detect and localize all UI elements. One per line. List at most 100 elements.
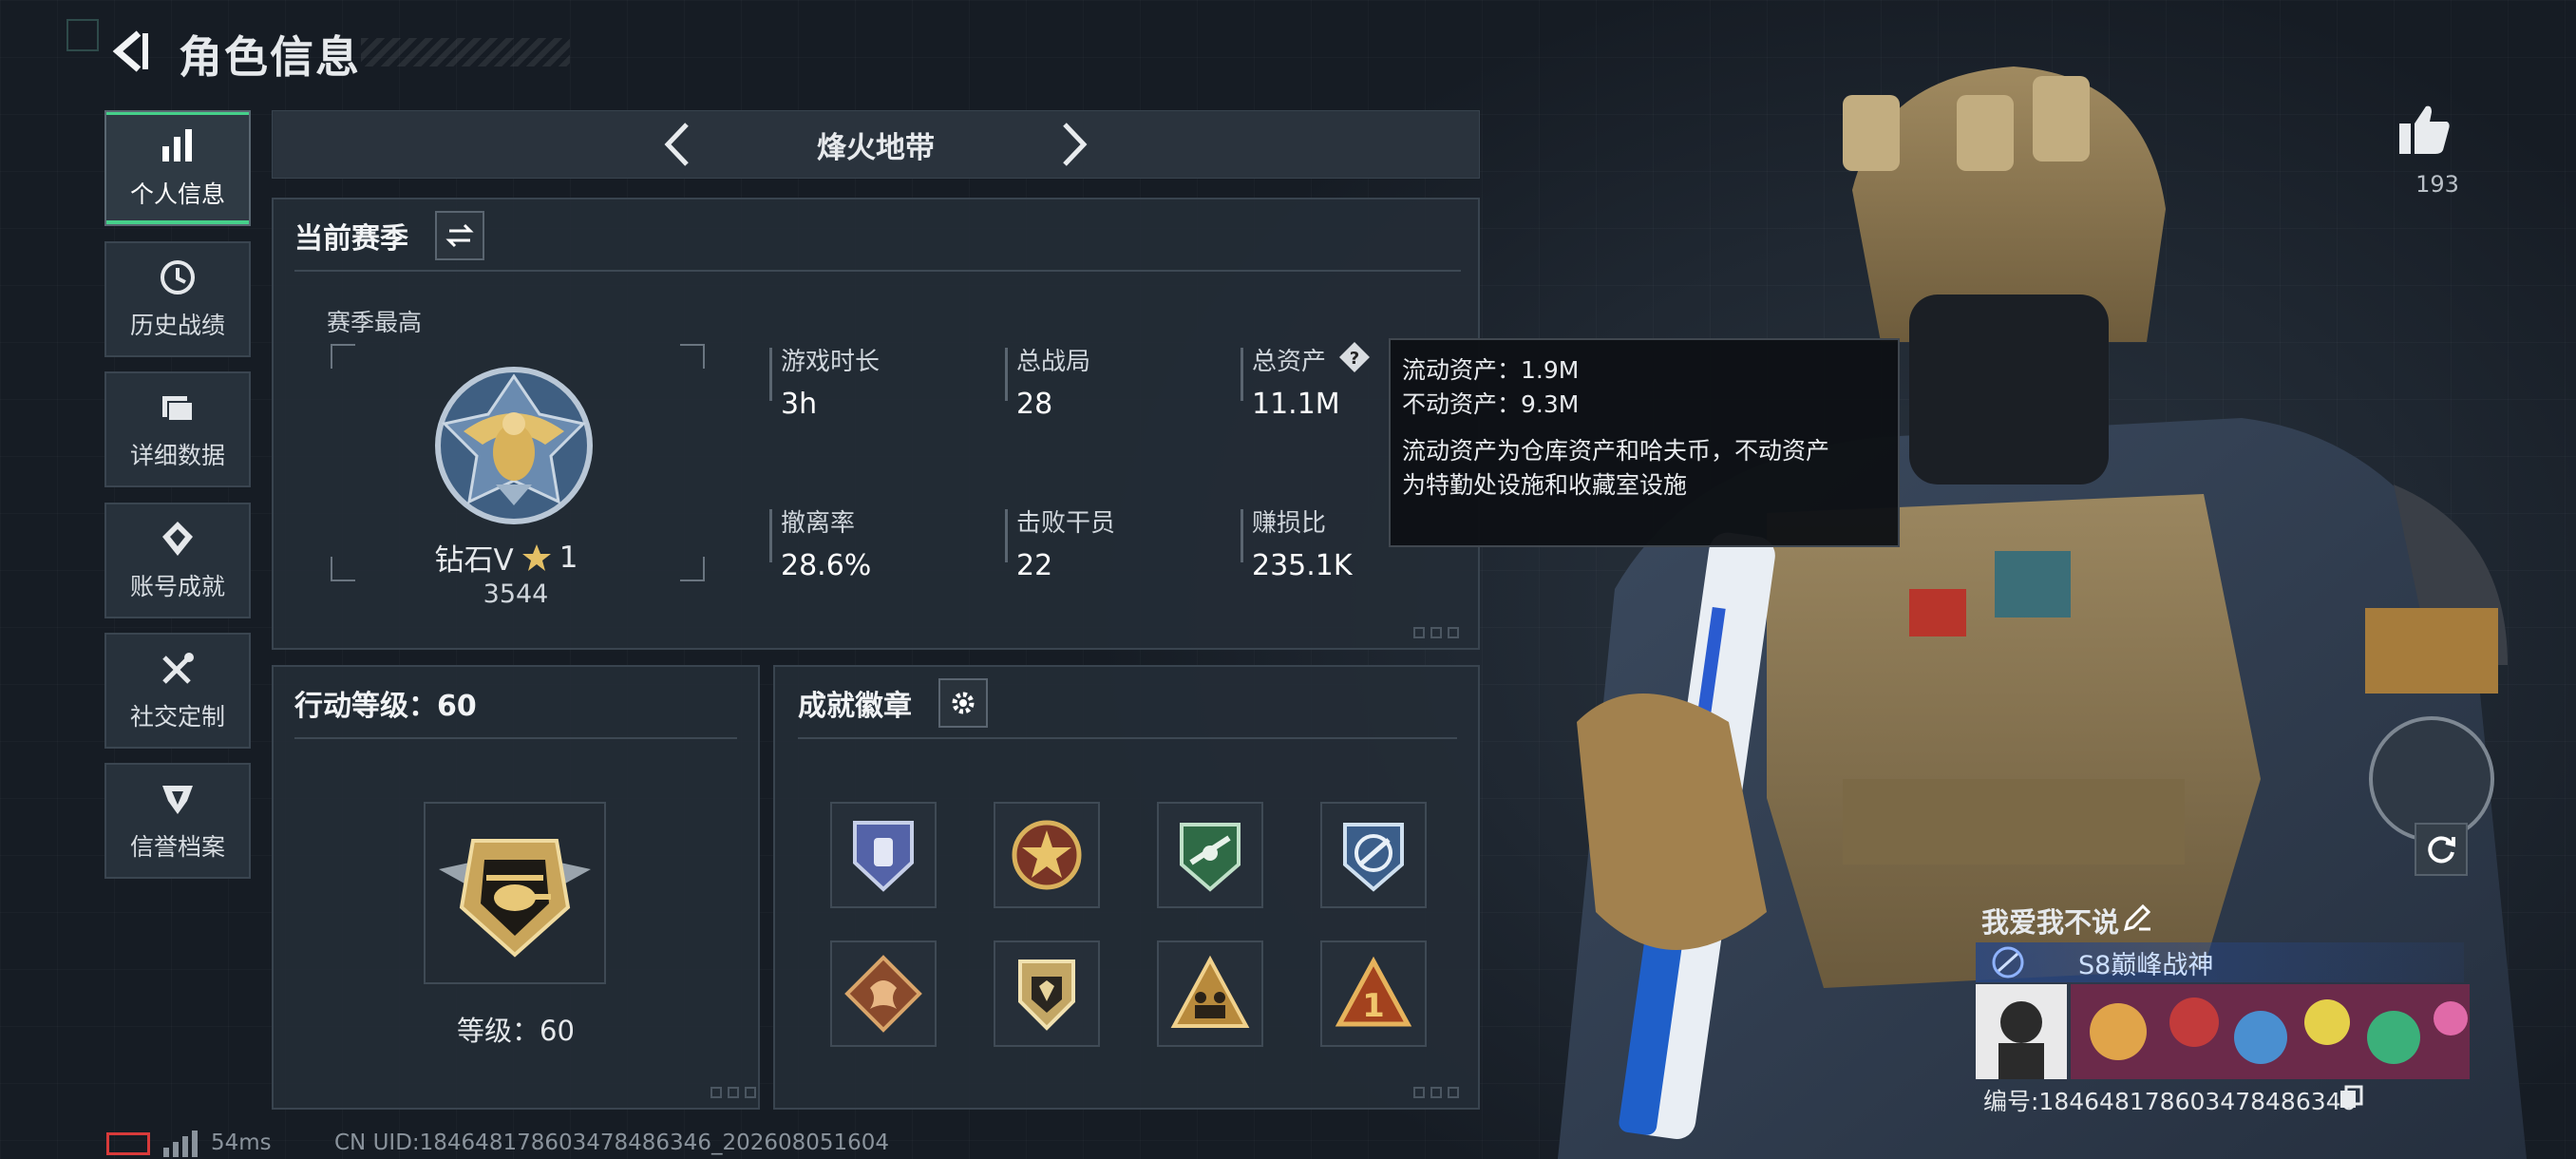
blue-shield-badge-icon (853, 821, 914, 892)
title-decoration (361, 38, 570, 66)
rank-diamond-emblem-icon (435, 367, 593, 524)
stat-label-kills: 击败干员 (1016, 509, 1116, 538)
stat-divider (769, 509, 772, 562)
player-nickname: 我爱我不说 (1981, 906, 2120, 939)
sidebar-item-social[interactable]: 社交定制 (104, 633, 251, 749)
player-id: 编号:1846481786034784863​46 (1983, 1088, 2357, 1115)
sidebar-item-personal-info[interactable]: 个人信息 (104, 110, 251, 226)
sidebar-item-label: 详细数据 (129, 442, 225, 469)
signal-icon (163, 1130, 198, 1157)
stat-divider (1005, 348, 1008, 401)
divider (294, 270, 1461, 272)
back-button[interactable] (103, 25, 160, 78)
rank-stars: 1 (559, 540, 578, 575)
stat-label-extract-rate: 撤离率 (781, 509, 856, 538)
copy-icon (2340, 1085, 2363, 1108)
help-icon[interactable]: ? (1337, 340, 1372, 374)
bar-chart-icon (158, 126, 198, 166)
rank-line: 钻石V 1 (416, 536, 597, 579)
stat-value-playtime: 3h (781, 388, 818, 421)
copy-id-button[interactable] (2339, 1085, 2365, 1112)
badge-tile[interactable] (1157, 940, 1263, 1047)
tooltip-liquid-assets: 流动资产：1.9M (1402, 356, 1580, 384)
sidebar-item-label: 账号成就 (129, 573, 225, 600)
badges-heading: 成就徽章 (798, 690, 912, 723)
prev-mode-button[interactable] (646, 114, 707, 175)
chevron-right-icon (1063, 123, 1088, 166)
back-arrow-icon (112, 30, 148, 72)
refresh-icon (2428, 836, 2455, 864)
action-level-text: 等级：60 (457, 1015, 575, 1047)
gold-shield-badge-icon (1018, 960, 1075, 1031)
frame-corner (680, 557, 705, 581)
badge-tile[interactable]: 1 (1320, 940, 1427, 1047)
thumbs-up-icon (2399, 105, 2450, 154)
footer-uid: CN UID:1846481786034784863​46_2026080516… (334, 1130, 890, 1155)
panel-decoration (1413, 627, 1470, 640)
stat-divider (1241, 348, 1243, 401)
stat-label-profit-ratio: 赚损比 (1252, 509, 1327, 538)
chevron-left-icon (664, 123, 689, 166)
sidebar-item-detailed-data[interactable]: 详细数据 (104, 371, 251, 487)
sidebar-item-label: 个人信息 (129, 180, 225, 208)
assets-tooltip: 流动资产：1.9M 不动资产：9.3M 流动资产为仓库资产和哈夫币，不动资产 为… (1389, 338, 1900, 547)
badge-tile[interactable] (994, 802, 1100, 908)
like-count: 193 (2415, 171, 2459, 198)
badge-tile[interactable] (994, 940, 1100, 1047)
divider (294, 737, 737, 739)
badge-tile[interactable] (830, 940, 937, 1047)
stat-label-playtime: 游戏时长 (781, 348, 881, 376)
star-icon (521, 543, 551, 571)
rank-score: 3544 (483, 580, 549, 609)
pencil-icon (2123, 903, 2151, 932)
season-heading: 当前赛季 (294, 222, 408, 256)
sidebar-item-achievements[interactable]: 账号成就 (104, 503, 251, 618)
sidebar-item-history[interactable]: 历史战绩 (104, 241, 251, 357)
player-card-art (1976, 984, 2470, 1079)
helicopter-emblem-icon (439, 839, 591, 958)
ping-indicator: 54ms (211, 1130, 272, 1155)
achievement-icon (158, 519, 198, 559)
stat-label-assets: 总资产 (1252, 348, 1327, 376)
clock-history-icon (158, 257, 198, 297)
sidebar-item-label: 社交定制 (129, 703, 225, 731)
sidebar-item-label: 信誉档案 (129, 833, 225, 861)
green-aircraft-badge-icon (1180, 823, 1241, 892)
stat-divider (769, 348, 772, 401)
action-level-emblem-frame (424, 802, 606, 984)
badge-tile[interactable] (830, 802, 937, 908)
panel-decoration (710, 1087, 767, 1100)
blue-aircraft-badge-icon (1343, 823, 1404, 892)
stat-value-kills: 22 (1016, 549, 1053, 582)
rank-name: 钻石V (434, 543, 514, 578)
stat-value-assets: 11.1M (1252, 388, 1340, 421)
badge-tile[interactable] (1320, 802, 1427, 908)
frame-corner (680, 344, 705, 369)
tooltip-description-line1: 流动资产为仓库资产和哈夫币，不动资产 (1402, 436, 1830, 465)
badge-tile[interactable] (1157, 802, 1263, 908)
stat-divider (1241, 509, 1243, 562)
player-card[interactable] (1976, 984, 2470, 1079)
mode-title: 烽火地带 (817, 130, 935, 165)
edit-name-button[interactable] (2122, 902, 2156, 937)
next-mode-button[interactable] (1045, 114, 1106, 175)
refresh-button[interactable] (2415, 823, 2468, 876)
soldiers-triangle-badge-icon (1170, 955, 1250, 1028)
panel-decoration (1413, 1087, 1470, 1100)
player-title-bar: S8巅峰战神 (1976, 942, 2464, 982)
badge-settings-button[interactable] (938, 678, 988, 728)
switch-season-button[interactable] (435, 211, 484, 260)
stat-label-matches: 总战局 (1016, 348, 1091, 376)
divider (798, 737, 1457, 739)
gear-icon (952, 692, 975, 714)
like-button[interactable] (2397, 103, 2454, 160)
svg-text:1: 1 (1362, 987, 1385, 1025)
tools-icon (158, 649, 198, 689)
sidebar-item-reputation[interactable]: 信誉档案 (104, 763, 251, 879)
stat-value-matches: 28 (1016, 388, 1053, 421)
sidebar-item-label: 历史战绩 (129, 312, 225, 339)
svg-text:?: ? (1350, 349, 1359, 369)
corner-decoration (66, 19, 99, 51)
stat-divider (1005, 509, 1008, 562)
stat-value-profit-ratio: 235.1K (1252, 549, 1353, 582)
